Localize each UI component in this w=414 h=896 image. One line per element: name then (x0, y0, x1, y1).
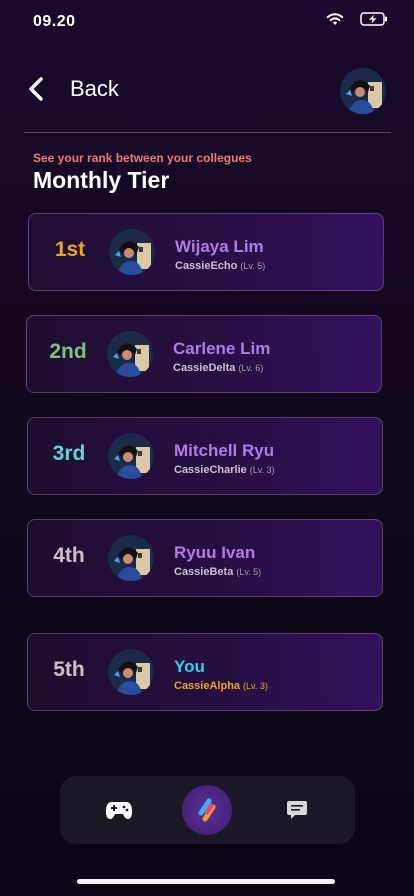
player-username: CassieEcho (175, 260, 238, 272)
player-username-line: CassieCharlie (Lv. 3) (174, 464, 275, 476)
rank-card[interactable]: 5th You CassieAlpha (Lv. 3) (27, 633, 383, 711)
rank-position: 3rd (52, 442, 86, 465)
player-level: (Lv. 3) (249, 465, 275, 475)
app-logo-icon (198, 798, 216, 822)
avatar-image (108, 535, 154, 581)
header: Back (0, 66, 414, 118)
profile-avatar[interactable] (340, 68, 386, 114)
player-level: (Lv. 5) (236, 567, 262, 577)
rank-position: 2nd (49, 340, 87, 363)
player-username-line: CassieDelta (Lv. 6) (173, 362, 263, 374)
player-name: Ryuu Ivan (174, 543, 256, 562)
status-icons (326, 12, 388, 26)
avatar-image (107, 331, 153, 377)
player-username-line: CassieEcho (Lv. 5) (175, 260, 265, 272)
wifi-icon (326, 13, 344, 25)
status-time: 09.20 (33, 13, 76, 30)
player-level: (Lv. 5) (240, 261, 266, 271)
player-username: CassieCharlie (174, 464, 247, 476)
back-label: Back (70, 76, 119, 101)
player-username-line: CassieAlpha (Lv. 3) (174, 680, 268, 692)
rank-position: 1st (54, 238, 86, 261)
player-level: (Lv. 3) (243, 681, 268, 691)
player-avatar (108, 535, 154, 581)
nav-chat-button[interactable] (284, 799, 310, 821)
player-name: You (174, 657, 205, 676)
player-username-line: CassieBeta (Lv. 5) (174, 566, 261, 578)
player-avatar (109, 229, 155, 275)
rank-position: 4th (53, 544, 85, 567)
player-avatar (107, 331, 153, 377)
page-subtitle: See your rank between your collegues (33, 151, 252, 165)
nav-home-button[interactable] (182, 785, 232, 835)
player-name: Carlene Lim (173, 339, 271, 358)
back-button[interactable]: Back (26, 76, 119, 102)
player-username: CassieBeta (174, 566, 234, 578)
header-divider (24, 132, 391, 133)
rank-card[interactable]: 4th Ryuu Ivan CassieBeta (Lv. 5) (27, 519, 383, 597)
chevron-left-icon (29, 77, 43, 101)
bottom-nav (60, 776, 355, 844)
battery-charging-icon (360, 12, 387, 26)
player-username: CassieAlpha (174, 680, 241, 692)
status-bar: 09.20 (0, 0, 414, 44)
game-controller-icon (106, 802, 132, 819)
nav-game-button[interactable] (102, 796, 136, 824)
player-avatar (108, 649, 154, 695)
chat-icon (287, 801, 307, 819)
rank-card[interactable]: 3rd Mitchell Ryu CassieCharlie (Lv. 3) (27, 417, 383, 495)
rank-card[interactable]: 2nd Carlene Lim CassieDelta (Lv. 6) (26, 315, 382, 393)
player-level: (Lv. 6) (238, 363, 264, 373)
avatar-image (340, 68, 386, 114)
page-title: Monthly Tier (33, 167, 170, 193)
player-name: Wijaya Lim (175, 237, 264, 256)
player-avatar (108, 433, 154, 479)
avatar-image (109, 229, 155, 275)
player-name: Mitchell Ryu (174, 441, 275, 460)
avatar-image (108, 649, 154, 695)
rank-position: 5th (53, 658, 85, 681)
player-username: CassieDelta (173, 362, 236, 374)
rank-card[interactable]: 1st Wijaya Lim CassieEcho (Lv. 5) (28, 213, 384, 291)
avatar-image (108, 433, 154, 479)
home-indicator (77, 879, 335, 884)
